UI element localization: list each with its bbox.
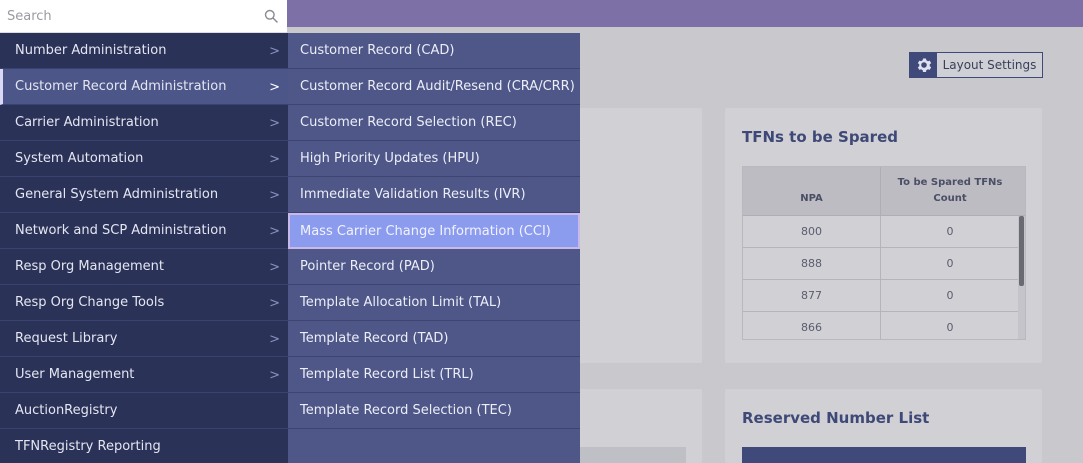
npa-cell: 866 <box>743 312 881 339</box>
search-box <box>0 0 287 33</box>
submenu-item-trl[interactable]: Template Record List (TRL) <box>288 357 580 393</box>
npa-cell: 877 <box>743 280 881 311</box>
menu-item-resp-org-change-tools[interactable]: Resp Org Change Tools > <box>0 285 288 321</box>
menu-item-label: Resp Org Change Tools <box>15 295 165 310</box>
menu-item-system-automation[interactable]: System Automation > <box>0 141 288 177</box>
card-strip <box>580 447 686 463</box>
tfn-table: NPA To be Spared TFNs Count 800 0 888 0 … <box>742 166 1026 340</box>
submenu-item-rec[interactable]: Customer Record Selection (REC) <box>288 105 580 141</box>
menu-item-label: Number Administration <box>15 43 167 58</box>
submenu-item-cad[interactable]: Customer Record (CAD) <box>288 33 580 69</box>
count-cell: 0 <box>946 225 954 238</box>
menu-item-user-management[interactable]: User Management > <box>0 357 288 393</box>
chevron-right-icon: > <box>269 79 280 95</box>
menu-item-general-system-administration[interactable]: General System Administration > <box>0 177 288 213</box>
dashboard-card-left-lower <box>560 389 702 463</box>
card-header-bar <box>742 447 1026 463</box>
menu-item-carrier-administration[interactable]: Carrier Administration > <box>0 105 288 141</box>
menu-item-label: Carrier Administration <box>15 115 159 130</box>
gear-icon <box>910 53 937 77</box>
npa-cell: 888 <box>743 248 881 279</box>
table-header: NPA To be Spared TFNs Count <box>743 167 1025 216</box>
menu-item-label: Request Library <box>15 331 118 346</box>
menu-item-label: AuctionRegistry <box>15 403 118 418</box>
menu-item-number-administration[interactable]: Number Administration > <box>0 33 288 69</box>
menu-item-label: Resp Org Management <box>15 259 164 274</box>
submenu-item-pad[interactable]: Pointer Record (PAD) <box>288 249 580 285</box>
menu-item-tfnregistry-reporting[interactable]: TFNRegistry Reporting <box>0 429 288 463</box>
submenu-item-tad[interactable]: Template Record (TAD) <box>288 321 580 357</box>
table-row: 877 0 <box>743 280 1025 312</box>
chevron-right-icon: > <box>269 43 280 59</box>
submenu-item-cra-crr[interactable]: Customer Record Audit/Resend (CRA/CRR) <box>288 69 580 105</box>
submenu-item-tal[interactable]: Template Allocation Limit (TAL) <box>288 285 580 321</box>
menu-item-label: TFNRegistry Reporting <box>15 439 161 454</box>
menu-item-label: User Management <box>15 367 135 382</box>
table-row: 866 0 <box>743 312 1025 339</box>
menu-item-resp-org-management[interactable]: Resp Org Management > <box>0 249 288 285</box>
customer-record-submenu: Customer Record (CAD) Customer Record Au… <box>288 33 580 463</box>
layout-settings-button[interactable]: Layout Settings <box>909 52 1043 78</box>
menu-item-label: General System Administration <box>15 187 219 202</box>
search-input[interactable] <box>0 2 250 30</box>
submenu-item-hpu[interactable]: High Priority Updates (HPU) <box>288 141 580 177</box>
scrollbar-thumb[interactable] <box>1019 216 1024 286</box>
submenu-item-tec[interactable]: Template Record Selection (TEC) <box>288 393 580 429</box>
tfns-to-be-spared-card: TFNs to be Spared NPA To be Spared TFNs … <box>725 108 1042 363</box>
menu-item-network-and-scp-administration[interactable]: Network and SCP Administration > <box>0 213 288 249</box>
count-cell: 0 <box>946 257 954 270</box>
chevron-right-icon: > <box>269 259 280 275</box>
menu-item-label: Customer Record Administration <box>15 79 227 94</box>
menu-item-label: System Automation <box>15 151 144 166</box>
menu-item-auctionregistry[interactable]: AuctionRegistry <box>0 393 288 429</box>
table-row: 888 0 <box>743 248 1025 280</box>
reserved-number-list-card: Reserved Number List <box>725 389 1042 463</box>
table-row: 800 0 <box>743 216 1025 248</box>
count-cell: 0 <box>946 321 954 334</box>
main-menu: Number Administration > Customer Record … <box>0 33 288 463</box>
dashboard-card-left <box>560 108 702 363</box>
search-icon[interactable] <box>264 9 278 23</box>
chevron-right-icon: > <box>269 367 280 383</box>
column-header-npa[interactable]: NPA <box>743 167 881 215</box>
menu-item-label: Network and SCP Administration <box>15 223 227 238</box>
chevron-right-icon: > <box>269 115 280 131</box>
submenu-item-ivr[interactable]: Immediate Validation Results (IVR) <box>288 177 580 213</box>
menu-item-customer-record-administration[interactable]: Customer Record Administration > <box>0 69 288 105</box>
chevron-right-icon: > <box>269 151 280 167</box>
chevron-right-icon: > <box>269 223 280 239</box>
card-title: TFNs to be Spared <box>742 128 898 146</box>
layout-settings-label: Layout Settings <box>942 58 1037 72</box>
npa-cell: 800 <box>743 216 881 247</box>
card-title: Reserved Number List <box>742 409 930 427</box>
count-cell: 0 <box>946 289 954 302</box>
chevron-right-icon: > <box>269 187 280 203</box>
chevron-right-icon: > <box>269 295 280 311</box>
column-header-count[interactable]: To be Spared TFNs Count <box>881 167 1019 215</box>
menu-item-request-library[interactable]: Request Library > <box>0 321 288 357</box>
chevron-right-icon: > <box>269 331 280 347</box>
table-scrollbar[interactable] <box>1018 216 1025 339</box>
submenu-item-cci[interactable]: Mass Carrier Change Information (CCI) <box>288 213 580 249</box>
